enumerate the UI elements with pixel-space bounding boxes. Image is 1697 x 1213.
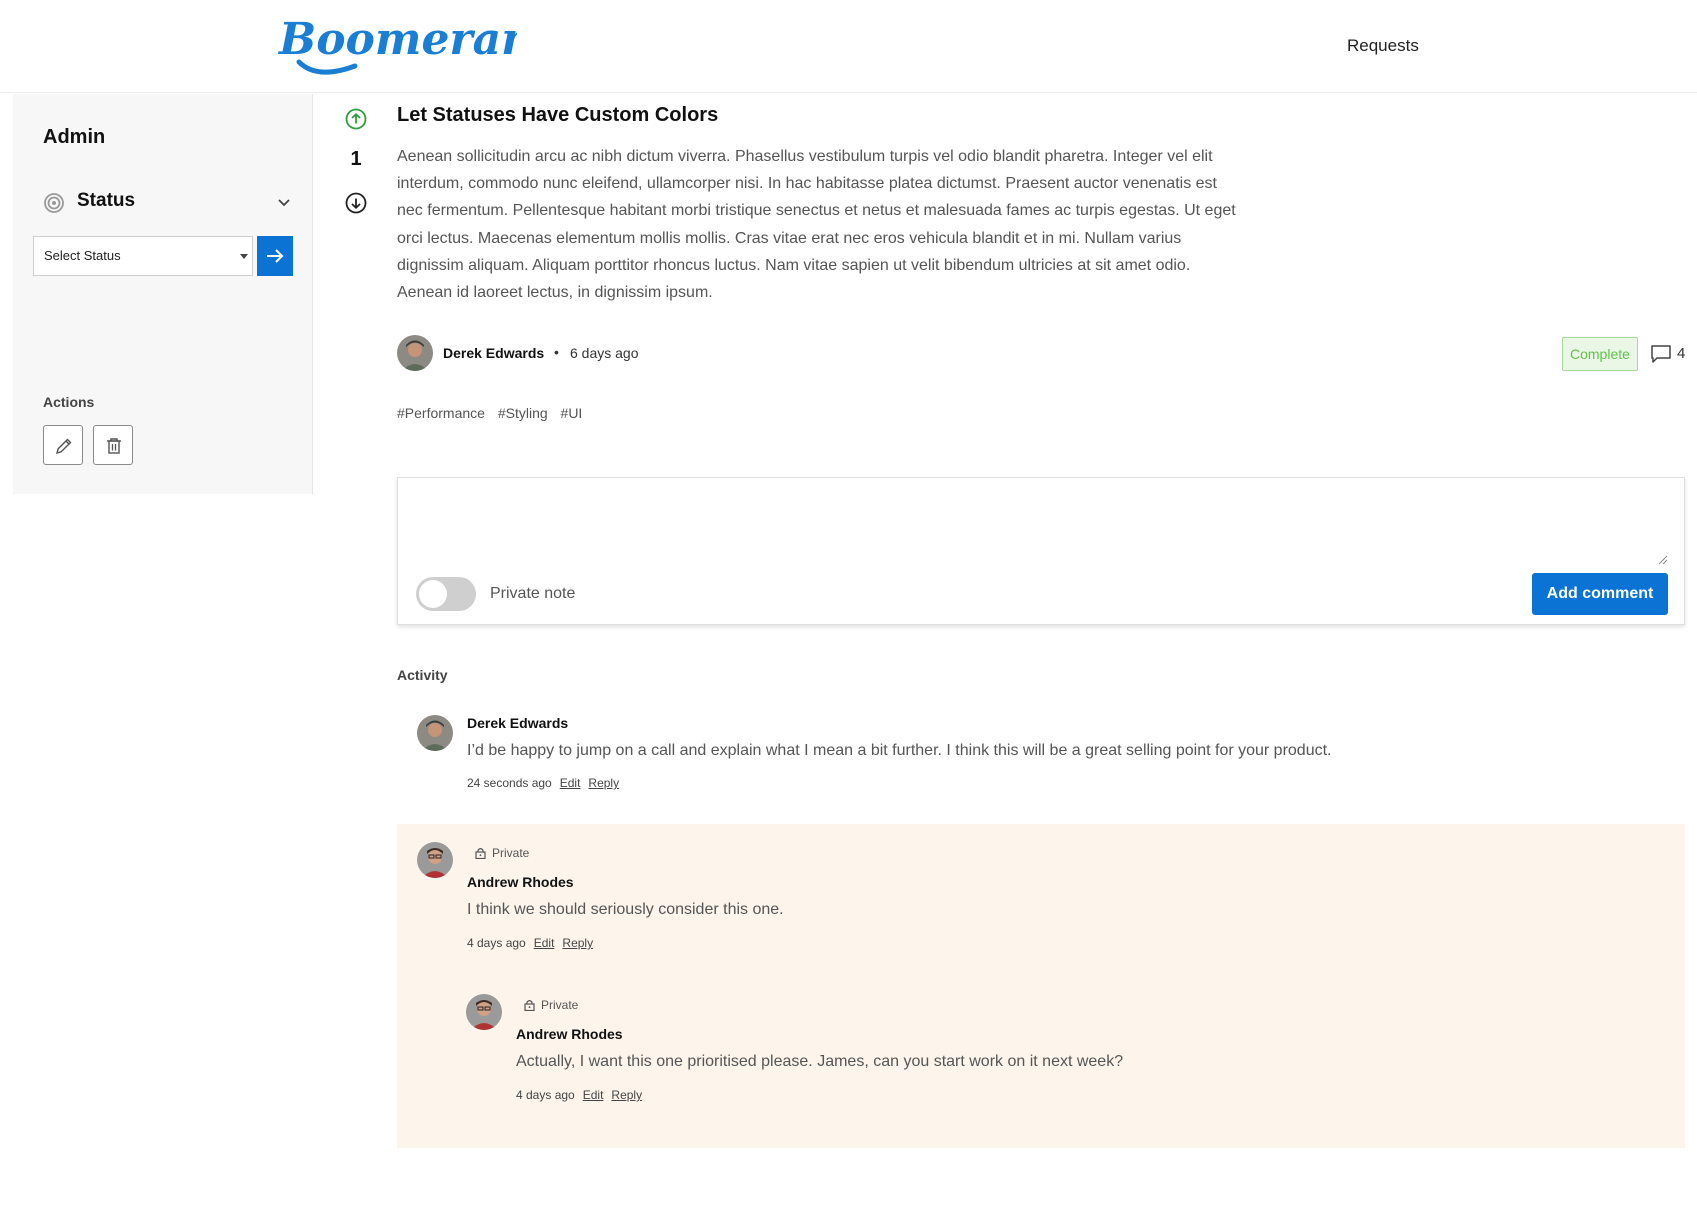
comment-author[interactable]: Derek Edwards <box>467 715 568 731</box>
comment-meta: 4 days ago Edit Reply <box>516 1088 642 1102</box>
status-select[interactable]: Select Status <box>33 236 253 276</box>
private-label: Private <box>492 846 530 860</box>
comment-author[interactable]: Andrew Rhodes <box>516 1026 623 1042</box>
select-caret-icon <box>240 254 248 259</box>
private-indicator: Private <box>475 846 529 860</box>
comment-form: Private note Add comment <box>397 477 1685 625</box>
resize-handle-icon[interactable] <box>1658 552 1668 565</box>
avatar[interactable] <box>466 994 502 1030</box>
svg-text:Boomerang: Boomerang <box>277 14 517 65</box>
lock-icon <box>475 848 486 859</box>
comment-item: Derek Edwards I’d be happy to jump on a … <box>417 715 1685 805</box>
comment-time: 24 seconds ago <box>467 776 552 790</box>
comment-item: Private Andrew Rhodes I think we should … <box>417 842 1685 952</box>
chevron-down-icon <box>275 194 293 212</box>
edit-comment-link[interactable]: Edit <box>583 1088 604 1102</box>
comment-count: 4 <box>1677 345 1686 362</box>
comment-item: Private Andrew Rhodes Actually, I want t… <box>466 994 1685 1104</box>
comment-textarea[interactable] <box>398 478 1684 566</box>
boomerang-logo[interactable]: Boomerang <box>277 6 517 86</box>
status-select-value: Select Status <box>44 248 121 263</box>
sidebar-title: Admin <box>43 126 106 148</box>
comment-meta: 24 seconds ago Edit Reply <box>467 776 619 790</box>
admin-sidebar: Admin Status Select Status Actions <box>13 94 313 494</box>
status-badge: Complete <box>1562 337 1638 371</box>
actions-label: Actions <box>43 394 95 410</box>
post-time: 6 days ago <box>570 345 639 361</box>
post-title: Let Statuses Have Custom Colors <box>397 104 719 126</box>
site-header: Boomerang Requests <box>0 0 1697 93</box>
comment-text: I’d be happy to jump on a call and expla… <box>467 742 1332 759</box>
comment-text: Actually, I want this one prioritised pl… <box>516 1053 1124 1070</box>
status-section-label: Status <box>77 190 136 211</box>
post-author-row: Derek Edwards • 6 days ago Complete 4 <box>397 335 1687 373</box>
tag-link[interactable]: #Styling <box>498 405 548 421</box>
lock-icon <box>524 1000 535 1011</box>
avatar[interactable] <box>397 335 433 371</box>
reply-comment-link[interactable]: Reply <box>611 1088 642 1102</box>
avatar[interactable] <box>417 715 453 751</box>
comment-icon <box>1650 344 1672 364</box>
apply-status-button[interactable] <box>257 236 293 276</box>
comment-time: 4 days ago <box>516 1088 575 1102</box>
downvote-button[interactable] <box>345 192 367 214</box>
trash-icon <box>107 438 121 454</box>
post-body: Aenean sollicitudin arcu ac nibh dictum … <box>397 148 1236 302</box>
edit-comment-link[interactable]: Edit <box>534 936 555 950</box>
comment-author[interactable]: Andrew Rhodes <box>467 874 574 890</box>
private-label: Private <box>541 998 579 1012</box>
comment-time: 4 days ago <box>467 936 526 950</box>
vote-count: 1 <box>350 148 362 170</box>
arrow-right-icon <box>267 249 284 263</box>
pencil-icon <box>55 438 72 455</box>
comment-meta: 4 days ago Edit Reply <box>467 936 593 950</box>
comment-text: I think we should seriously consider thi… <box>467 901 784 918</box>
tag-link[interactable]: #Performance <box>397 405 485 421</box>
private-indicator: Private <box>524 998 578 1012</box>
post-tags: #Performance #Styling #UI <box>397 405 591 421</box>
edit-comment-link[interactable]: Edit <box>560 776 581 790</box>
tag-link[interactable]: #UI <box>561 405 583 421</box>
avatar[interactable] <box>417 842 453 878</box>
nav-requests-link[interactable]: Requests <box>1347 36 1419 56</box>
reply-comment-link[interactable]: Reply <box>562 936 593 950</box>
activity-label: Activity <box>397 667 448 683</box>
toggle-knob <box>419 580 447 608</box>
delete-post-button[interactable] <box>93 425 133 465</box>
upvote-button[interactable] <box>345 108 367 130</box>
post-author-name[interactable]: Derek Edwards <box>443 345 544 361</box>
target-icon <box>43 192 65 214</box>
arrow-down-circle-icon <box>345 192 367 214</box>
private-note-label: Private note <box>490 585 576 602</box>
status-section-toggle[interactable]: Status <box>43 190 293 216</box>
separator-dot: • <box>554 344 559 360</box>
private-note-toggle[interactable] <box>416 577 476 611</box>
add-comment-button[interactable]: Add comment <box>1532 573 1668 615</box>
arrow-up-circle-icon <box>345 108 367 130</box>
reply-comment-link[interactable]: Reply <box>588 776 619 790</box>
edit-post-button[interactable] <box>43 425 83 465</box>
